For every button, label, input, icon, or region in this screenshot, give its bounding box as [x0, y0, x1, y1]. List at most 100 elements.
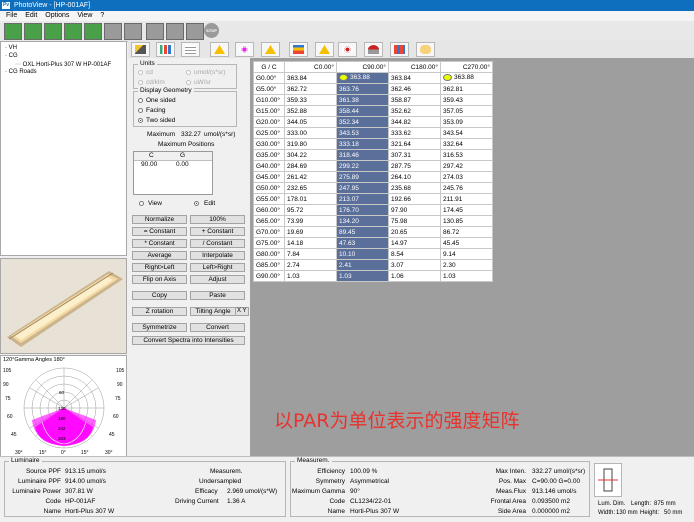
intensity-cell[interactable]: 1.03 [284, 270, 337, 282]
unit-umol-radio[interactable] [186, 70, 191, 75]
intensity-cell[interactable]: 95.72 [284, 204, 337, 216]
intensity-cell[interactable]: 304.22 [284, 149, 337, 161]
intensity-cell[interactable]: 359.33 [284, 94, 337, 106]
intensity-cell[interactable]: 362.46 [388, 83, 441, 95]
people-icon[interactable] [24, 23, 42, 40]
row-header[interactable]: G80.00° [253, 248, 285, 260]
intensity-cell[interactable]: 2.41 [336, 259, 389, 271]
menu-edit[interactable]: Edit [25, 12, 37, 19]
row-header[interactable]: G35.00° [253, 149, 285, 161]
intensity-cell[interactable]: 353.09 [440, 116, 493, 128]
row-header[interactable]: G5.00° [253, 83, 285, 95]
normalize-button[interactable]: Normalize [132, 215, 187, 224]
intensity-cell[interactable]: 287.75 [388, 160, 441, 172]
intensity-cell[interactable]: 297.42 [440, 160, 493, 172]
symmetrize-button[interactable]: Symmetrize [132, 323, 187, 332]
report-icon[interactable] [289, 42, 308, 57]
intensity-cell[interactable]: 284.69 [284, 160, 337, 172]
curve-icon[interactable] [338, 42, 357, 57]
intensity-cell[interactable]: 174.45 [440, 204, 493, 216]
row-header[interactable]: G20.00° [253, 116, 285, 128]
interpolate-button[interactable]: Interpolate [190, 251, 245, 260]
intensity-cell[interactable]: 343.53 [336, 127, 389, 139]
average-button[interactable]: Average [132, 251, 187, 260]
row-header[interactable]: G75.00° [253, 237, 285, 249]
people-icon[interactable] [166, 23, 184, 40]
intensity-cell[interactable]: 134.20 [336, 215, 389, 227]
two-sided-radio[interactable] [138, 118, 143, 123]
row-header[interactable]: G65.00° [253, 215, 285, 227]
intensity-cell[interactable]: 1.06 [388, 270, 441, 282]
project-tree[interactable]: - VH - CG ⋯ OXL Horti-Plus 307 W HP-001A… [0, 41, 127, 256]
menu-options[interactable]: Options [45, 12, 69, 19]
intensity-cell[interactable]: 232.65 [284, 182, 337, 194]
intensity-cell[interactable]: 274.03 [440, 171, 493, 183]
menu-file[interactable]: File [6, 12, 17, 19]
intensity-cell[interactable]: 75.98 [388, 215, 441, 227]
row-header[interactable]: G85.00° [253, 259, 285, 271]
intensity-cell[interactable]: 299.22 [336, 160, 389, 172]
intensity-cell[interactable]: 352.34 [336, 116, 389, 128]
divide-constant-button[interactable]: / Constant [190, 239, 245, 248]
intensity-cell[interactable]: 332.64 [440, 138, 493, 150]
intensity-cell[interactable]: 261.42 [284, 171, 337, 183]
row-header[interactable]: G25.00° [253, 127, 285, 139]
tree-node-luminaire[interactable]: ⋯ OXL Horti-Plus 307 W HP-001AF [15, 61, 111, 68]
bar-chart-icon[interactable] [156, 42, 175, 57]
tree-node-roads[interactable]: - CG Roads [5, 69, 37, 75]
copy-button[interactable]: Copy [132, 291, 187, 300]
intensity-cell[interactable]: 178.01 [284, 193, 337, 205]
tree-node-cg[interactable]: - CG [5, 53, 18, 59]
intensity-cell[interactable]: 333.18 [336, 138, 389, 150]
intensity-cell[interactable]: 343.54 [440, 127, 493, 139]
intensity-cell[interactable]: 176.70 [336, 204, 389, 216]
intensity-cell[interactable]: 19.69 [284, 226, 337, 238]
intensity-cell[interactable]: 8.54 [388, 248, 441, 260]
intensity-cell[interactable]: 275.89 [336, 171, 389, 183]
row-header[interactable]: G70.00° [253, 226, 285, 238]
row-header[interactable]: G10.00° [253, 94, 285, 106]
people-icon[interactable] [44, 23, 62, 40]
one-sided-radio[interactable] [138, 98, 143, 103]
row-header[interactable]: G50.00° [253, 182, 285, 194]
intensity-cell[interactable]: 213.07 [336, 193, 389, 205]
intensity-cell[interactable]: 14.18 [284, 237, 337, 249]
intensity-cell[interactable]: 245.76 [440, 182, 493, 194]
intensity-cell[interactable]: 352.88 [284, 105, 337, 117]
intensity-cell[interactable]: 9.14 [440, 248, 493, 260]
intensity-cell[interactable]: 2.30 [440, 259, 493, 271]
row-header[interactable]: G0.00° [253, 72, 285, 84]
max-positions-list[interactable]: C G 90.00 0.00 [133, 151, 213, 195]
menu-help[interactable]: ? [100, 12, 104, 19]
flip-axis-button[interactable]: Flip on Axis [132, 275, 187, 284]
convert-button[interactable]: Convert [190, 323, 245, 332]
light-icon[interactable] [416, 42, 435, 57]
intensity-cell[interactable]: 10.10 [336, 248, 389, 260]
tree-node-vh[interactable]: - VH [5, 45, 17, 51]
row-header[interactable]: G45.00° [253, 171, 285, 183]
add-constant-button[interactable]: + Constant [190, 227, 245, 236]
intensity-cell[interactable]: 97.90 [388, 204, 441, 216]
spectrum-icon[interactable] [364, 42, 383, 57]
intensity-cell[interactable]: 307.31 [388, 149, 441, 161]
intensity-cell[interactable]: 358.87 [388, 94, 441, 106]
menu-view[interactable]: View [77, 12, 92, 19]
people-icon[interactable] [186, 23, 204, 40]
column-header[interactable]: C270.00° [440, 61, 493, 73]
iso-diagram-icon[interactable] [261, 42, 280, 57]
people-icon[interactable] [146, 23, 164, 40]
column-header[interactable]: C0.00° [284, 61, 337, 73]
intensity-cell[interactable]: 359.43 [440, 94, 493, 106]
row-header[interactable]: G55.00° [253, 193, 285, 205]
column-header[interactable]: C90.00° [336, 61, 389, 73]
table-icon[interactable] [181, 42, 200, 57]
adjust-button[interactable]: Adjust [190, 275, 245, 284]
intensity-cell[interactable]: 358.44 [336, 105, 389, 117]
intensity-cell[interactable]: 7.84 [284, 248, 337, 260]
people-icon[interactable] [4, 23, 22, 40]
column-header[interactable]: C180.00° [388, 61, 441, 73]
intensity-cell[interactable]: 363.84 [388, 72, 441, 84]
percent100-button[interactable]: 100% [190, 215, 245, 224]
stop-icon[interactable]: STOP [204, 23, 219, 38]
intensity-cell[interactable]: 361.38 [336, 94, 389, 106]
